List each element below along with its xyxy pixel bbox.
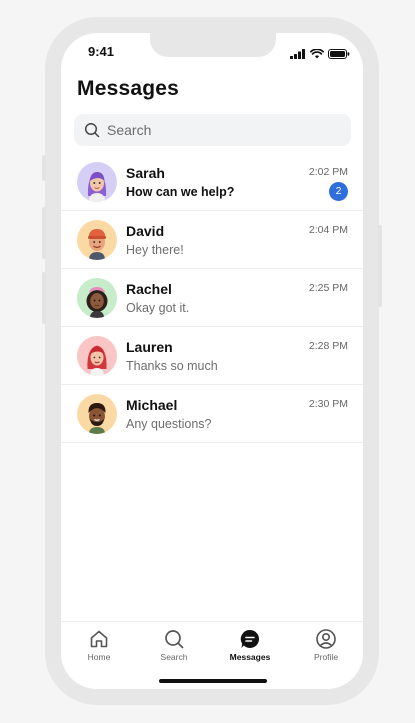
phone-side-button bbox=[42, 155, 46, 181]
message-preview: How can we help? bbox=[126, 185, 235, 199]
message-time: 2:25 PM bbox=[308, 282, 348, 294]
status-icons bbox=[290, 46, 350, 64]
home-icon bbox=[69, 628, 129, 650]
contact-name: David bbox=[126, 223, 165, 239]
contact-name: Lauren bbox=[126, 339, 173, 355]
message-time: 2:04 PM bbox=[308, 224, 348, 236]
wifi-icon bbox=[309, 46, 325, 64]
message-preview: Hey there! bbox=[126, 243, 184, 257]
message-time: 2:30 PM bbox=[308, 398, 348, 410]
chat-bubble-icon bbox=[220, 628, 280, 650]
contact-name: Rachel bbox=[126, 281, 172, 297]
phone-screen: 9:41 Messages Search Sarah How can we he… bbox=[61, 33, 363, 689]
page-title: Messages bbox=[77, 77, 179, 100]
tab-label: Messages bbox=[229, 652, 271, 662]
avatar bbox=[77, 278, 117, 318]
profile-icon bbox=[296, 628, 356, 650]
conversation-row-sarah[interactable]: Sarah How can we help? 2:02 PM 2 bbox=[61, 153, 363, 211]
tab-messages[interactable]: Messages bbox=[220, 628, 280, 662]
avatar bbox=[77, 220, 117, 260]
home-indicator bbox=[159, 679, 267, 683]
cellular-signal-icon bbox=[290, 46, 306, 64]
message-preview: Any questions? bbox=[126, 417, 212, 431]
tab-label: Home bbox=[87, 652, 111, 662]
status-bar: 9:41 bbox=[61, 33, 363, 67]
message-preview: Thanks so much bbox=[126, 359, 218, 373]
phone-volume-up-button bbox=[42, 207, 46, 259]
phone-volume-down-button bbox=[42, 272, 46, 324]
unread-badge: 2 bbox=[329, 182, 348, 201]
battery-icon bbox=[328, 46, 350, 64]
search-icon bbox=[84, 122, 100, 143]
tab-label: Profile bbox=[313, 652, 339, 662]
message-preview: Okay got it. bbox=[126, 301, 190, 315]
avatar bbox=[77, 394, 117, 434]
status-time: 9:41 bbox=[88, 44, 115, 59]
contact-name: Michael bbox=[126, 397, 178, 413]
message-time: 2:02 PM bbox=[308, 166, 348, 178]
search-icon bbox=[144, 628, 204, 650]
avatar bbox=[77, 162, 117, 202]
tab-profile[interactable]: Profile bbox=[296, 628, 356, 662]
tab-home[interactable]: Home bbox=[69, 628, 129, 662]
conversation-row-rachel[interactable]: Rachel Okay got it. 2:25 PM bbox=[61, 269, 363, 327]
conversation-row-lauren[interactable]: Lauren Thanks so much 2:28 PM bbox=[61, 327, 363, 385]
phone-power-button bbox=[378, 225, 382, 307]
contact-name: Sarah bbox=[126, 165, 165, 181]
tab-label: Search bbox=[160, 652, 188, 662]
conversation-list: Sarah How can we help? 2:02 PM 2 David H… bbox=[61, 153, 363, 443]
search-bar[interactable]: Search bbox=[74, 114, 351, 146]
message-time: 2:28 PM bbox=[308, 340, 348, 352]
tab-search[interactable]: Search bbox=[144, 628, 204, 662]
search-input[interactable]: Search bbox=[107, 122, 151, 138]
avatar bbox=[77, 336, 117, 376]
conversation-row-david[interactable]: David Hey there! 2:04 PM bbox=[61, 211, 363, 269]
conversation-row-michael[interactable]: Michael Any questions? 2:30 PM bbox=[61, 385, 363, 443]
